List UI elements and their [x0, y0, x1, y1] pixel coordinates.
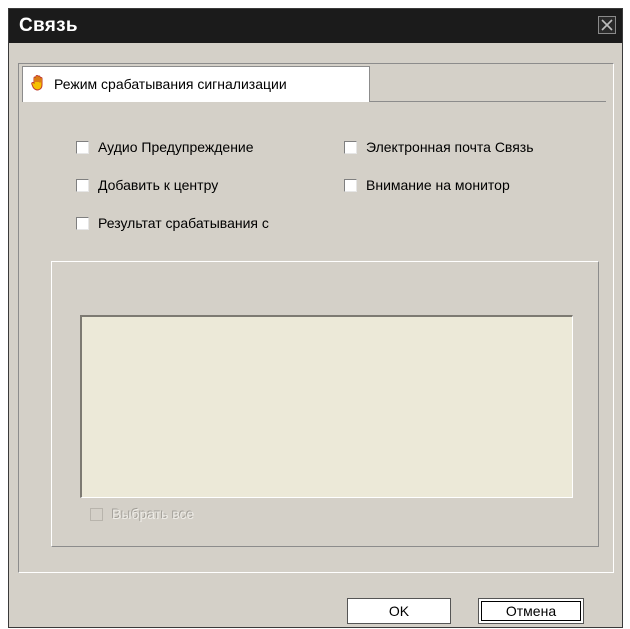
- select-all-checkbox[interactable]: Выбрать все: [90, 506, 194, 522]
- trigger-result-label: Результат срабатывания с: [98, 215, 269, 231]
- dialog-window: Связь Режим срабатывания сигнализации Ау…: [8, 8, 623, 628]
- checkbox-box[interactable]: [344, 178, 357, 192]
- audio-warning-checkbox[interactable]: Аудио Предупреждение: [76, 139, 254, 155]
- close-button[interactable]: [598, 16, 616, 34]
- window-title: Связь: [19, 15, 78, 36]
- hand-icon: [31, 74, 45, 96]
- ok-button[interactable]: OK: [347, 598, 451, 624]
- tab-strip-line: [369, 101, 606, 102]
- close-icon: [601, 19, 613, 31]
- email-link-label: Электронная почта Связь: [366, 139, 534, 155]
- tab-label: Режим срабатывания сигнализации: [54, 76, 287, 92]
- add-to-center-checkbox[interactable]: Добавить к центру: [76, 177, 218, 193]
- channel-list[interactable]: [80, 315, 573, 498]
- monitor-attention-label: Внимание на монитор: [366, 177, 510, 193]
- audio-warning-label: Аудио Предупреждение: [98, 139, 254, 155]
- checkbox-box[interactable]: [76, 178, 89, 192]
- checkbox-box[interactable]: [90, 507, 103, 521]
- select-all-label: Выбрать все: [112, 506, 195, 522]
- email-link-checkbox[interactable]: Электронная почта Связь: [344, 139, 534, 155]
- checkbox-box[interactable]: [76, 216, 89, 230]
- add-to-center-label: Добавить к центру: [98, 177, 219, 193]
- checkbox-box[interactable]: [76, 140, 89, 154]
- tab-alarm-trigger-mode[interactable]: Режим срабатывания сигнализации: [22, 66, 370, 102]
- checkbox-box[interactable]: [344, 140, 357, 154]
- trigger-result-checkbox[interactable]: Результат срабатывания с: [76, 215, 269, 231]
- monitor-attention-checkbox[interactable]: Внимание на монитор: [344, 177, 510, 193]
- title-bar[interactable]: Связь: [9, 9, 622, 43]
- cancel-button[interactable]: Отмена: [478, 598, 584, 624]
